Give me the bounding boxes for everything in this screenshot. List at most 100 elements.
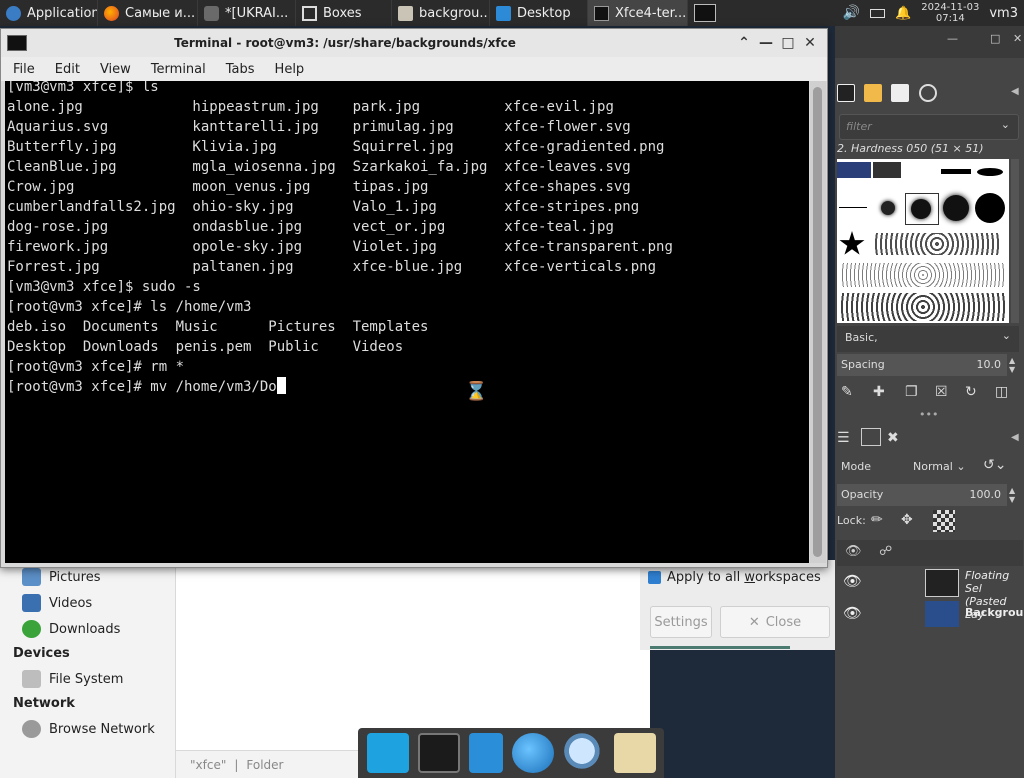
file-manager-sidebar: Pictures Videos Downloads Devices File S…	[0, 560, 176, 778]
spacing-slider[interactable]: Spacing 10.0	[837, 354, 1007, 376]
terminal-line: Butterfly.jpg Klivia.jpg Squirrel.jpg xf…	[7, 139, 665, 155]
brush-thumb	[881, 201, 895, 215]
sidebar-item-videos[interactable]: Videos	[22, 594, 92, 612]
taskbar-item-file-manager[interactable]: backgrou...	[392, 0, 490, 26]
taskbar-item-terminal-2[interactable]	[688, 0, 722, 26]
lock-alpha-icon[interactable]	[933, 510, 955, 532]
brushes-grid[interactable]	[837, 159, 1009, 323]
close-button[interactable]: ✕ Close	[720, 606, 830, 638]
terminal-output[interactable]: [vm3@vm3 xfce]$ ls alone.jpg hippeastrum…	[5, 81, 809, 563]
menu-tabs[interactable]: Tabs	[214, 62, 263, 77]
applications-menu[interactable]: Applications	[0, 0, 98, 26]
menu-edit[interactable]: Edit	[43, 62, 88, 77]
terminal-icon	[594, 5, 609, 21]
chevron-down-icon: ⌄	[1000, 118, 1010, 131]
user-name[interactable]: vm3	[989, 6, 1018, 21]
minimize-icon[interactable]: —	[755, 35, 777, 51]
maximize-icon[interactable]: □	[777, 35, 799, 51]
taskbar-item-terminal[interactable]: Xfce4-ter...	[588, 0, 688, 26]
delete-brush-icon[interactable]: ☒	[935, 384, 948, 400]
file-manager-icon[interactable]	[468, 733, 503, 773]
duplicate-brush-icon[interactable]: ❐	[905, 384, 918, 400]
menu-terminal[interactable]: Terminal	[139, 62, 214, 77]
volume-icon[interactable]: 🔊	[843, 5, 860, 21]
brush-preset-select[interactable]: Basic, ⌄	[837, 326, 1019, 352]
edit-brush-icon[interactable]: ✎	[841, 384, 853, 400]
terminal-prompt-line: [root@vm3 xfce]# mv /home/vm3/Do	[5, 377, 286, 397]
minimize-icon[interactable]: —	[947, 32, 958, 45]
opacity-stepper-icon[interactable]: ▲ ▼	[1009, 486, 1015, 504]
web-browser-icon[interactable]	[511, 733, 554, 773]
taskbar-item-desktop[interactable]: Desktop	[490, 0, 588, 26]
devices-heading: Devices	[13, 646, 70, 661]
close-icon[interactable]: ✕	[1013, 32, 1022, 45]
channels-tab-icon[interactable]	[861, 428, 881, 446]
taskbar-item-firefox[interactable]: Самые и...	[98, 0, 198, 26]
drive-icon	[22, 670, 41, 688]
menu-view[interactable]: View	[88, 62, 139, 77]
show-desktop-icon[interactable]	[366, 733, 409, 773]
dock-separator-handle[interactable]: •••	[919, 408, 938, 421]
lock-pixels-icon[interactable]: ✏	[871, 512, 883, 528]
eye-icon[interactable]: 👁	[843, 572, 862, 590]
layers-tab-icon[interactable]: ☰	[837, 430, 850, 446]
taskbar-item-boxes[interactable]: Boxes	[296, 0, 392, 26]
sidebar-item-file-system[interactable]: File System	[22, 670, 123, 688]
brushes-tab-icon[interactable]	[837, 84, 855, 102]
panel-menu-icon[interactable]: ◀	[1011, 432, 1019, 443]
reset-mode-icon[interactable]: ↺⌄	[983, 457, 1006, 473]
maximize-icon[interactable]: □	[990, 32, 1000, 45]
layer-row[interactable]: 👁 Floating Sel (Pasted Lay	[837, 566, 1023, 621]
clock[interactable]: 2024-11-03 07:14	[921, 2, 979, 24]
terminal-titlebar[interactable]: Terminal - root@vm3: /usr/share/backgrou…	[1, 29, 827, 57]
sidebar-item-browse-network[interactable]: Browse Network	[22, 720, 155, 738]
taskbar-label: Desktop	[517, 5, 571, 21]
paths-tab-icon[interactable]: ✖	[887, 430, 899, 446]
scrollbar-thumb[interactable]	[813, 87, 822, 557]
brushes-scrollbar[interactable]	[1011, 159, 1019, 323]
checkbox-checked-icon	[648, 571, 661, 584]
panel-menu-icon[interactable]: ◀	[1011, 86, 1019, 97]
terminal-scrollbar[interactable]	[810, 81, 826, 563]
apply-to-all-workspaces-checkbox[interactable]: Apply to all workspaces	[648, 570, 821, 585]
brush-thumb	[977, 168, 1003, 176]
layer-row[interactable]: 👁 Backgroun	[837, 600, 1024, 630]
brush-name: 2. Hardness 050 (51 × 51)	[837, 142, 984, 155]
open-brush-folder-icon[interactable]: ◫	[995, 384, 1008, 400]
shade-icon[interactable]: ⌃	[733, 35, 755, 51]
settings-button-label: Settings	[654, 614, 708, 630]
sidebar-item-pictures[interactable]: Pictures	[22, 568, 100, 586]
battery-icon[interactable]	[870, 8, 886, 18]
menu-help[interactable]: Help	[263, 62, 313, 77]
sidebar-item-label: Pictures	[49, 569, 101, 585]
brush-thumb	[911, 199, 931, 219]
lock-position-icon[interactable]: ✥	[901, 512, 913, 528]
brush-filter-input[interactable]: filter ⌄	[839, 114, 1019, 140]
terminal-line: [vm3@vm3 xfce]$ sudo -s	[7, 279, 201, 295]
new-brush-icon[interactable]: ✚	[873, 384, 885, 400]
spacing-stepper-icon[interactable]: ▲ ▼	[1009, 356, 1015, 374]
brush-thumb	[943, 195, 969, 221]
preset-value: Basic,	[845, 331, 878, 344]
fonts-tab-icon[interactable]	[891, 84, 909, 102]
folder-icon[interactable]	[613, 733, 656, 773]
layer-mode-select[interactable]: Normal ⌄	[913, 460, 966, 473]
taskbar-item-gimp[interactable]: *[UKRAI...	[198, 0, 296, 26]
filter-placeholder: filter	[846, 120, 872, 133]
help-icon[interactable]	[919, 84, 937, 102]
brush-thumb	[839, 231, 865, 255]
boxes-icon	[302, 5, 317, 21]
settings-button[interactable]: Settings	[650, 606, 712, 638]
menu-file[interactable]: File	[1, 62, 43, 77]
sidebar-item-downloads[interactable]: Downloads	[22, 620, 120, 638]
app-finder-icon[interactable]	[562, 733, 605, 773]
eye-icon[interactable]: 👁	[843, 604, 862, 622]
close-icon[interactable]: ✕	[799, 35, 821, 51]
terminal-icon[interactable]	[417, 733, 460, 773]
brush-thumb	[841, 263, 1005, 287]
downloads-folder-icon	[22, 620, 41, 638]
notification-bell-icon[interactable]: 🔔	[895, 6, 911, 21]
refresh-brushes-icon[interactable]: ↻	[965, 384, 977, 400]
patterns-tab-icon[interactable]	[864, 84, 882, 102]
opacity-slider[interactable]: Opacity 100.0	[837, 484, 1007, 506]
